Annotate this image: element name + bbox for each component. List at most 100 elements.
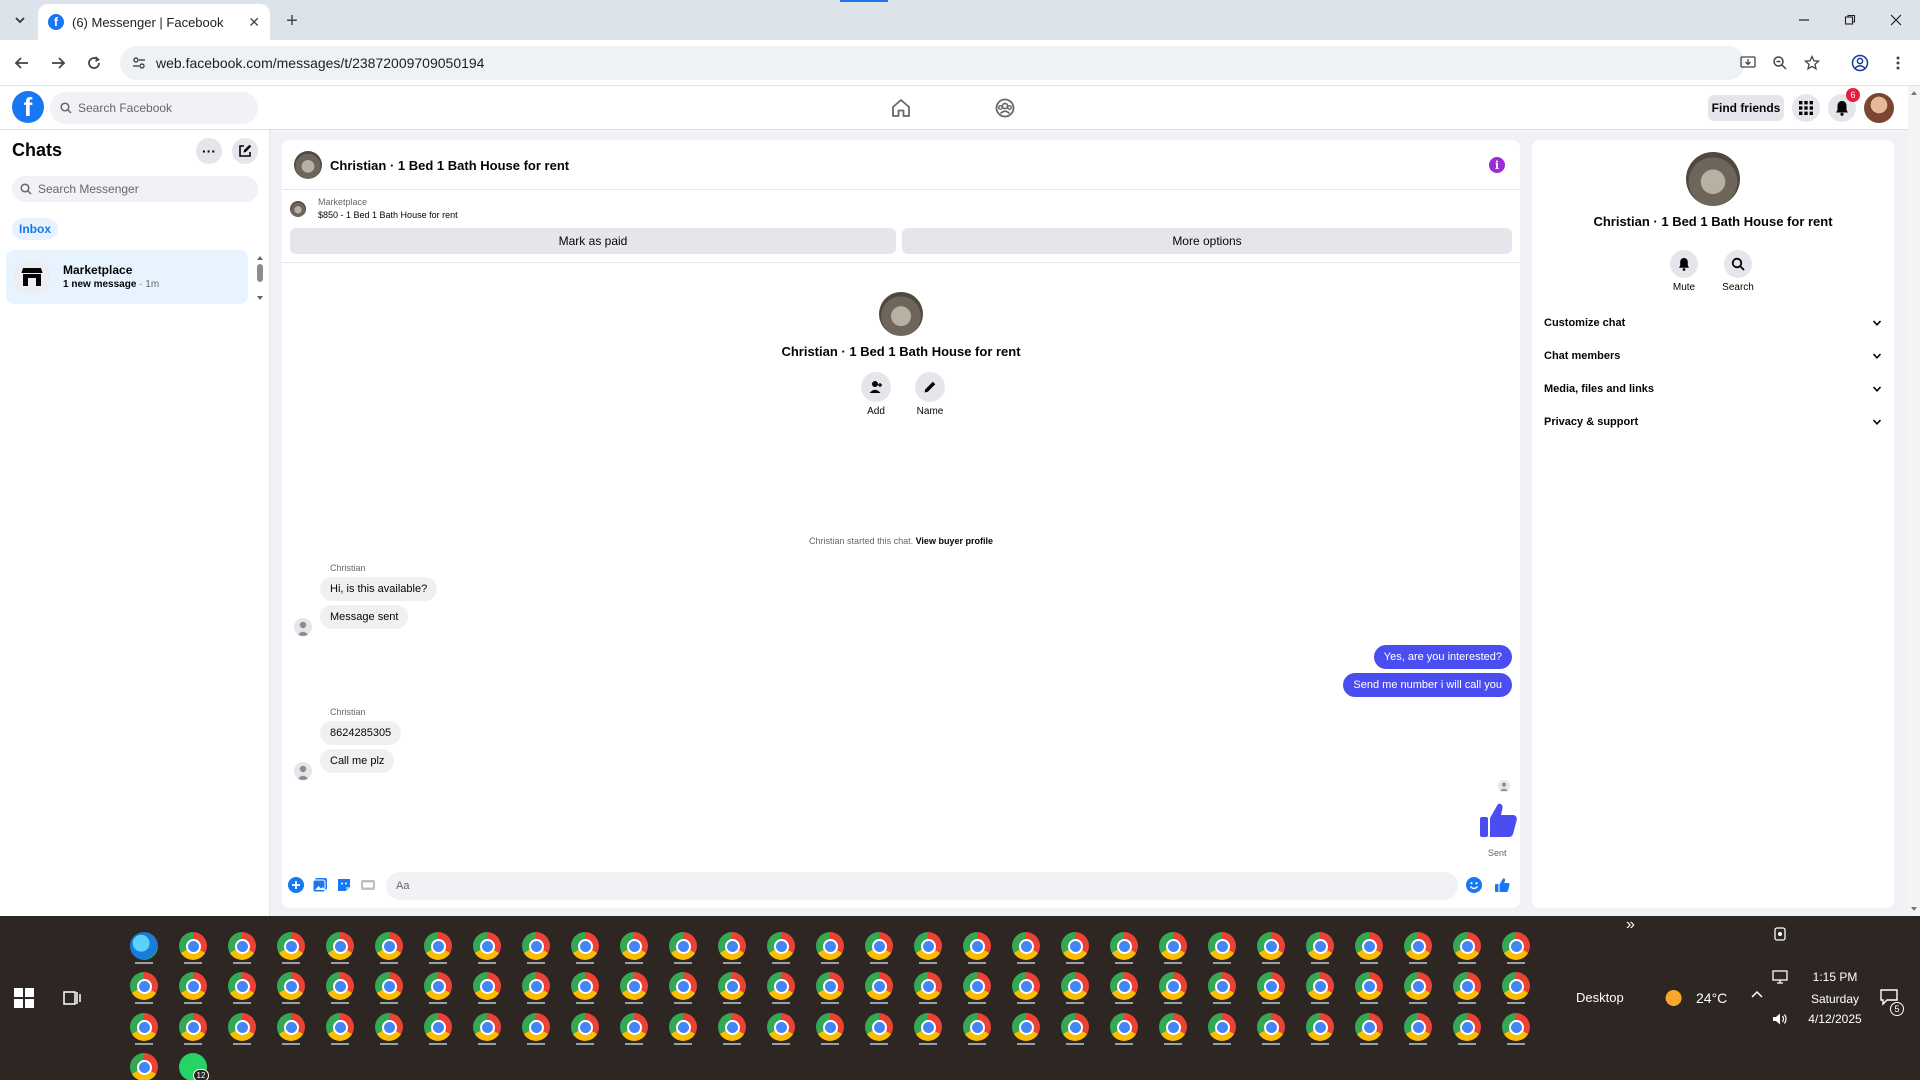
clock-day[interactable]: Saturday	[1800, 992, 1870, 1006]
chat-thread-marketplace[interactable]: Marketplace 1 new message · 1m	[6, 250, 248, 304]
add-people-icon[interactable]	[861, 372, 891, 402]
chrome-window-icon[interactable]	[1453, 932, 1481, 960]
chrome-window-icon[interactable]	[1208, 972, 1236, 1000]
message-bubble-outgoing[interactable]: Send me number i will call you	[1343, 673, 1512, 697]
new-tab-button[interactable]: +	[280, 9, 304, 33]
mark-as-paid-button[interactable]: Mark as paid	[290, 228, 896, 254]
clock-date[interactable]: 4/12/2025	[1800, 1012, 1870, 1026]
message-input[interactable]: Aa	[386, 872, 1458, 900]
message-bubble-incoming[interactable]: Call me plz	[320, 749, 395, 773]
sticker-icon[interactable]	[336, 877, 354, 895]
show-hidden-icons-chevron-icon[interactable]	[1750, 988, 1764, 1005]
chrome-window-icon[interactable]	[620, 972, 648, 1000]
chrome-window-icon[interactable]	[718, 932, 746, 960]
weather-temperature[interactable]: 24°C	[1696, 990, 1727, 1006]
chrome-window-icon[interactable]	[424, 972, 452, 1000]
chrome-window-icon[interactable]	[473, 932, 501, 960]
search-conversation-icon[interactable]	[1724, 250, 1752, 278]
chrome-window-icon[interactable]	[963, 972, 991, 1000]
chrome-window-icon[interactable]	[326, 1013, 354, 1041]
groups-icon[interactable]	[992, 96, 1018, 120]
chrome-window-icon[interactable]	[522, 1013, 550, 1041]
windows-start-icon[interactable]	[14, 988, 34, 1008]
minimize-icon[interactable]	[1786, 8, 1822, 32]
mute-bell-icon[interactable]	[1670, 250, 1698, 278]
profile-icon[interactable]	[1848, 51, 1872, 75]
chrome-window-icon[interactable]	[1110, 1013, 1138, 1041]
chrome-window-icon[interactable]	[571, 1013, 599, 1041]
chrome-window-icon[interactable]	[522, 972, 550, 1000]
chrome-window-icon[interactable]	[277, 932, 305, 960]
task-view-icon[interactable]	[62, 988, 82, 1008]
facebook-logo[interactable]: f	[12, 91, 44, 123]
find-friends-button[interactable]: Find friends	[1708, 95, 1784, 121]
conversation-title[interactable]: Christian · 1 Bed 1 Bath House for rent	[330, 158, 569, 173]
chrome-window-icon[interactable]	[963, 1013, 991, 1041]
chrome-window-icon[interactable]	[669, 1013, 697, 1041]
chrome-window-icon[interactable]	[1208, 1013, 1236, 1041]
chrome-window-icon[interactable]	[767, 972, 795, 1000]
chrome-window-icon[interactable]	[816, 1013, 844, 1041]
customize-chat-row[interactable]: Customize chat	[1544, 310, 1882, 336]
media-files-links-row[interactable]: Media, files and links	[1544, 376, 1882, 402]
clock-time[interactable]: 1:15 PM	[1800, 970, 1870, 984]
weather-sun-icon[interactable]	[1664, 988, 1688, 1008]
privacy-support-row[interactable]: Privacy & support	[1544, 409, 1882, 435]
chrome-window-icon[interactable]	[1502, 1013, 1530, 1041]
chrome-window-icon[interactable]	[914, 932, 942, 960]
messenger-search-input[interactable]: Search Messenger	[12, 176, 258, 202]
menu-grid-icon[interactable]	[1792, 94, 1820, 122]
conversation-avatar[interactable]	[294, 151, 322, 179]
chrome-window-icon[interactable]	[865, 932, 893, 960]
chrome-window-icon[interactable]	[571, 932, 599, 960]
network-display-icon[interactable]	[1772, 970, 1788, 987]
inbox-tab[interactable]: Inbox	[12, 218, 58, 240]
chrome-window-icon[interactable]	[865, 1013, 893, 1041]
chrome-window-icon[interactable]	[228, 932, 256, 960]
site-info-icon[interactable]	[132, 56, 146, 70]
listing-title[interactable]: $850 - 1 Bed 1 Bath House for rent	[318, 210, 458, 220]
chrome-window-icon[interactable]	[1404, 972, 1432, 1000]
tab-search-chevron-icon[interactable]	[8, 8, 32, 32]
chrome-window-icon[interactable]	[1502, 972, 1530, 1000]
chrome-window-icon[interactable]	[179, 1013, 207, 1041]
whatsapp-icon[interactable]: 12	[179, 1053, 209, 1080]
chat-members-row[interactable]: Chat members	[1544, 343, 1882, 369]
chrome-window-icon[interactable]	[620, 932, 648, 960]
chrome-window-icon[interactable]	[1306, 932, 1334, 960]
new-message-icon[interactable]	[232, 138, 258, 164]
address-bar[interactable]: web.facebook.com/messages/t/238720097090…	[120, 46, 1745, 80]
chrome-window-icon[interactable]	[130, 1053, 158, 1080]
chrome-window-icon[interactable]	[718, 1013, 746, 1041]
chrome-window-icon[interactable]	[914, 972, 942, 1000]
bookmark-star-icon[interactable]	[1800, 51, 1824, 75]
chrome-window-icon[interactable]	[1159, 972, 1187, 1000]
chrome-window-icon[interactable]	[816, 932, 844, 960]
close-window-icon[interactable]	[1878, 8, 1914, 32]
chrome-window-icon[interactable]	[179, 972, 207, 1000]
chrome-window-icon[interactable]	[473, 972, 501, 1000]
chrome-window-icon[interactable]	[1061, 1013, 1089, 1041]
chrome-window-icon[interactable]	[620, 1013, 648, 1041]
chrome-window-icon[interactable]	[130, 1013, 158, 1041]
chrome-window-icon[interactable]	[1012, 932, 1040, 960]
chrome-window-icon[interactable]	[522, 932, 550, 960]
chrome-window-icon[interactable]	[1012, 1013, 1040, 1041]
emoji-icon[interactable]	[1466, 877, 1484, 895]
chrome-window-icon[interactable]	[1061, 932, 1089, 960]
chrome-window-icon[interactable]	[1355, 932, 1383, 960]
gif-icon[interactable]	[360, 877, 378, 895]
chrome-window-icon[interactable]	[1257, 932, 1285, 960]
chrome-window-icon[interactable]	[571, 972, 599, 1000]
thumbs-up-sticker-icon[interactable]	[1478, 800, 1518, 840]
chrome-window-icon[interactable]	[914, 1013, 942, 1041]
conversation-info-icon[interactable]: i	[1489, 157, 1505, 173]
chrome-window-icon[interactable]	[718, 972, 746, 1000]
chrome-window-icon[interactable]	[1012, 972, 1040, 1000]
chrome-window-icon[interactable]	[1355, 972, 1383, 1000]
edit-name-pencil-icon[interactable]	[915, 372, 945, 402]
capture-icon[interactable]	[1772, 926, 1788, 945]
zoom-icon[interactable]	[1768, 51, 1792, 75]
chrome-window-icon[interactable]	[228, 972, 256, 1000]
chrome-window-icon[interactable]	[963, 932, 991, 960]
